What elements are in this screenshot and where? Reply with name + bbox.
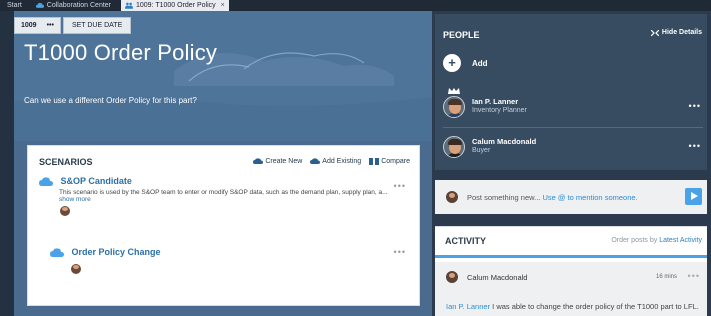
- show-more-link[interactable]: show more: [59, 196, 419, 203]
- compare-label: Compare: [381, 158, 410, 165]
- hide-details-label: Hide Details: [661, 29, 702, 36]
- more-options-icon[interactable]: •••: [689, 101, 701, 111]
- create-new-label: Create New: [265, 158, 303, 165]
- cloud-icon: [35, 2, 44, 8]
- cloud-icon: [50, 248, 64, 257]
- cloud-plus-icon: [253, 158, 264, 164]
- page-description: Can we use a different Order Policy for …: [24, 96, 197, 105]
- left-edge-strip: [0, 11, 14, 316]
- compare-icon: [369, 158, 380, 165]
- scenario-name[interactable]: S&OP Candidate: [61, 176, 132, 186]
- mention-link[interactable]: Ian P. Lanner: [446, 302, 490, 311]
- mention-hint: Use @ to mention someone.: [542, 193, 638, 202]
- tab-collaboration-center-label: Collaboration Center: [46, 2, 111, 9]
- page-title: T1000 Order Policy: [24, 40, 218, 65]
- person-row[interactable]: Ian P. Lanner Inventory Planner •••: [443, 88, 703, 126]
- tab-strip: Start Collaboration Center 1009: T1000 O…: [0, 0, 711, 11]
- cloud-icon: [39, 177, 53, 186]
- more-options-icon[interactable]: •••: [394, 181, 406, 191]
- activity-sort: Order posts by Latest Activity: [611, 237, 702, 244]
- scenarios-actions: Create New Add Existing Compare: [253, 158, 410, 165]
- activity-time: 16 mins: [655, 274, 677, 280]
- sort-prefix: Order posts by: [611, 237, 660, 244]
- person-role: Inventory Planner: [472, 107, 527, 114]
- activity-message: Ian P. Lanner I was able to change the o…: [446, 302, 699, 311]
- activity-author: Calum Macdonald: [467, 273, 528, 282]
- scenario-item[interactable]: S&OP Candidate This scenario is used by …: [39, 176, 419, 218]
- scenarios-card: SCENARIOS Create New Add Existing Compar…: [27, 145, 420, 306]
- more-options-icon[interactable]: •••: [689, 141, 701, 151]
- avatar: [60, 205, 70, 216]
- person-name: Ian P. Lanner: [472, 97, 519, 106]
- divider: [443, 127, 703, 128]
- tab-order-policy-label: 1009: T1000 Order Policy: [136, 2, 216, 9]
- add-person-label[interactable]: Add: [472, 59, 488, 68]
- create-new-button[interactable]: Create New: [253, 158, 302, 165]
- avatar: [71, 263, 81, 274]
- id-badge[interactable]: 1009 •••: [14, 17, 61, 34]
- scenario-item[interactable]: Order Policy Change: [50, 247, 430, 276]
- tab-collaboration-center[interactable]: Collaboration Center: [32, 0, 115, 11]
- more-options-icon[interactable]: •••: [47, 22, 54, 29]
- post-placeholder: Post something new...: [467, 193, 543, 202]
- scenario-description: This scenario is used by the S&OP team t…: [59, 188, 388, 196]
- activity-item: Calum Macdonald 16 mins •••: [435, 262, 707, 292]
- activity-text: I was able to change the order policy of…: [490, 302, 699, 311]
- more-options-icon[interactable]: •••: [394, 247, 406, 257]
- add-person-button[interactable]: +: [443, 54, 461, 72]
- collapse-icon: [650, 29, 659, 36]
- close-icon[interactable]: ×: [221, 2, 225, 9]
- person-role: Buyer: [472, 147, 491, 154]
- send-button[interactable]: [685, 188, 702, 205]
- id-label: 1009: [21, 22, 37, 29]
- avatar: [446, 271, 458, 283]
- cloud-add-icon: [310, 158, 321, 164]
- activity-panel: ACTIVITY Order posts by Latest Activity …: [435, 226, 707, 316]
- avatar: [443, 96, 465, 118]
- scenarios-title: SCENARIOS: [39, 157, 93, 167]
- people-title: PEOPLE: [443, 30, 480, 40]
- hide-details-button[interactable]: Hide Details: [650, 29, 702, 36]
- tab-start[interactable]: Start: [3, 0, 26, 11]
- more-options-icon[interactable]: •••: [688, 271, 700, 281]
- activity-body: Ian P. Lanner I was able to change the o…: [435, 292, 707, 316]
- add-existing-button[interactable]: Add Existing: [310, 158, 361, 165]
- header-toolbar: 1009 ••• SET DUE DATE: [14, 17, 132, 34]
- person-row[interactable]: Calum Macdonald Buyer •••: [443, 136, 703, 166]
- post-input[interactable]: Post something new... Use @ to mention s…: [467, 193, 638, 202]
- compare-button[interactable]: Compare: [369, 158, 410, 165]
- person-name: Calum Macdonald: [472, 137, 537, 146]
- scenario-name[interactable]: Order Policy Change: [72, 247, 161, 257]
- activity-title: ACTIVITY: [445, 236, 487, 246]
- tab-start-label: Start: [7, 2, 22, 9]
- avatar: [446, 191, 458, 203]
- people-icon: [125, 2, 133, 9]
- post-composer[interactable]: Post something new... Use @ to mention s…: [435, 180, 707, 214]
- set-due-date-button[interactable]: SET DUE DATE: [62, 17, 132, 34]
- avatar: [443, 136, 465, 158]
- add-existing-label: Add Existing: [322, 158, 362, 165]
- sort-option-link[interactable]: Latest Activity: [659, 237, 702, 244]
- tab-order-policy[interactable]: 1009: T1000 Order Policy ×: [121, 0, 229, 11]
- activity-accent-bar: [435, 255, 707, 258]
- crown-icon: [448, 88, 460, 94]
- people-panel: PEOPLE Hide Details + Add Ian P. Lanner …: [435, 14, 707, 170]
